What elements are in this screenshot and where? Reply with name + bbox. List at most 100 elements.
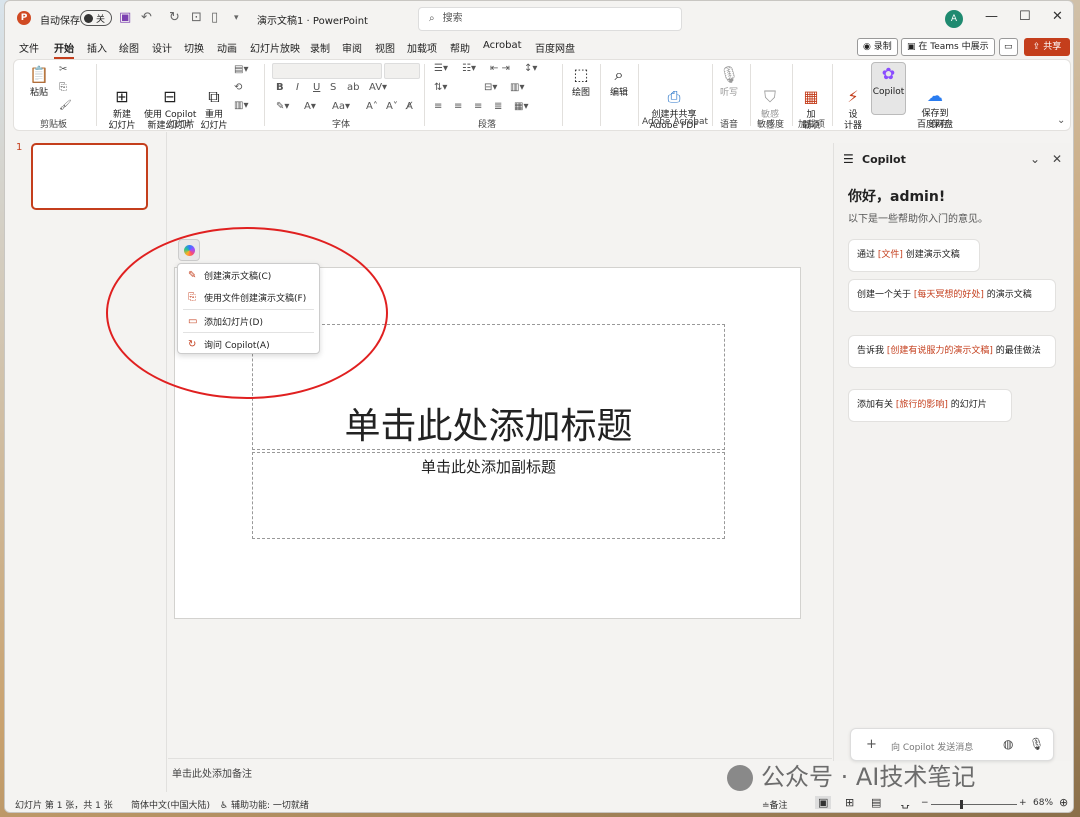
menu-create-from-file[interactable]: ⎘ 使用文件创建演示文稿(F)	[188, 291, 306, 304]
zoom-level[interactable]: 68%	[1033, 798, 1053, 808]
align-right-icon[interactable]: ≡	[474, 101, 482, 112]
comments-icon[interactable]: ▭	[999, 38, 1018, 56]
tab-animations[interactable]: 动画	[217, 40, 237, 55]
close-pane-icon[interactable]: ✕	[1052, 152, 1062, 166]
title-placeholder[interactable]: 单击此处添加标题	[252, 324, 725, 450]
fit-to-window-icon[interactable]: ⊕	[1059, 796, 1068, 809]
slide-thumbnail[interactable]	[31, 143, 148, 210]
autosave-toggle[interactable]: 关	[80, 10, 112, 26]
avatar[interactable]: A	[945, 10, 963, 28]
new-doc-icon[interactable]: ▯	[211, 10, 218, 25]
dictate-button[interactable]: 🎙 听写	[716, 64, 742, 99]
subtitle-placeholder[interactable]: 单击此处添加副标题	[252, 452, 725, 539]
draw-button[interactable]: ⬚ 绘图	[566, 64, 596, 99]
tab-help[interactable]: 帮助	[450, 40, 470, 55]
columns-icon[interactable]: ▥▾	[510, 82, 524, 93]
font-size-select[interactable]	[384, 63, 420, 79]
present-in-teams-button[interactable]: ▣ 在 Teams 中展示	[901, 38, 995, 56]
shrink-font-icon[interactable]: A˅	[386, 101, 398, 112]
normal-view-icon[interactable]: ▣	[815, 796, 832, 809]
cut-icon[interactable]: ✂	[59, 64, 67, 75]
copy-icon[interactable]: ⎘	[59, 82, 67, 93]
align-left-icon[interactable]: ≡	[434, 101, 442, 112]
slide-sorter-icon[interactable]: ⊞	[845, 796, 854, 809]
tab-view[interactable]: 视图	[375, 40, 395, 55]
copilot-ribbon-button[interactable]: ✿ Copilot	[871, 63, 906, 98]
justify-icon[interactable]: ≣	[494, 101, 502, 112]
edit-button[interactable]: ⌕ 编辑	[604, 64, 634, 99]
save-icon[interactable]: ▣	[119, 10, 131, 25]
menu-add-slide[interactable]: ▭ 添加幻灯片(D)	[188, 315, 263, 328]
align-center-icon[interactable]: ≡	[454, 101, 462, 112]
reuse-slides-button[interactable]: ⧉ 重用 幻灯片	[200, 64, 228, 143]
suggestion-card[interactable]: 添加有关 [旅行的影响] 的幻灯片	[848, 389, 1012, 422]
tab-baidu[interactable]: 百度网盘	[535, 40, 575, 55]
chevron-down-icon[interactable]: ⌄	[1030, 152, 1040, 166]
zoom-out-button[interactable]: −	[921, 798, 929, 808]
close-icon[interactable]: ✕	[1052, 9, 1063, 24]
microphone-icon[interactable]: 🎙	[1029, 737, 1044, 751]
tab-file[interactable]: 文件	[19, 40, 39, 55]
grow-font-icon[interactable]: A˄	[366, 101, 378, 112]
tab-home[interactable]: 开始	[54, 40, 74, 59]
line-spacing-icon[interactable]: ↕▾	[524, 63, 537, 74]
highlight-icon[interactable]: ✎▾	[276, 101, 289, 112]
tab-slideshow[interactable]: 幻灯片放映	[250, 40, 300, 55]
tab-addins[interactable]: 加载项	[407, 40, 437, 55]
layout-icon[interactable]: ▤▾	[234, 64, 248, 75]
zoom-slider[interactable]	[931, 804, 1017, 805]
record-button[interactable]: ◉ 录制	[857, 38, 898, 56]
presenter-icon[interactable]: ⊡	[191, 10, 202, 25]
save-to-baidu-button[interactable]: ☁ 保存到 百度网盘	[915, 63, 955, 142]
slideshow-icon[interactable]: ⍽	[901, 796, 909, 809]
create-pdf-button[interactable]: ⎙ 创建并共享 Adobe PDF	[646, 64, 702, 143]
share-button[interactable]: ⇪ 共享	[1024, 38, 1070, 56]
italic-icon[interactable]: I	[296, 82, 299, 93]
hamburger-icon[interactable]: ☰	[843, 152, 854, 166]
change-case-icon[interactable]: AV▾	[369, 82, 387, 93]
tab-review[interactable]: 审阅	[342, 40, 362, 55]
minimize-icon[interactable]: —	[985, 9, 998, 24]
format-painter-icon[interactable]: 🖌	[59, 100, 72, 111]
align-text-icon[interactable]: ⊟▾	[484, 82, 497, 93]
tab-insert[interactable]: 插入	[87, 40, 107, 55]
copilot-slide-button[interactable]	[178, 239, 200, 261]
text-size-icon[interactable]: Aa▾	[332, 101, 350, 112]
bold-icon[interactable]: B	[276, 82, 284, 93]
tab-acrobat[interactable]: Acrobat	[483, 40, 522, 51]
reset-icon[interactable]: ⟲	[234, 82, 242, 93]
maximize-icon[interactable]: ☐	[1019, 9, 1031, 24]
zoom-slider-thumb[interactable]	[960, 800, 963, 809]
suggestion-card[interactable]: 通过 [文件] 创建演示文稿	[848, 239, 980, 272]
section-icon[interactable]: ▥▾	[234, 100, 248, 111]
underline-icon[interactable]: U	[313, 82, 320, 93]
language-status[interactable]: 简体中文(中国大陆)	[131, 798, 210, 811]
accessibility-status[interactable]: ♿ 辅助功能: 一切就绪	[220, 798, 309, 811]
clear-format-icon[interactable]: A̸	[406, 101, 413, 112]
notes-button[interactable]: ≐备注	[762, 798, 788, 811]
sensitivity-button[interactable]: ⛉ 敏感 性	[756, 64, 784, 143]
bullets-icon[interactable]: ☰▾	[434, 63, 448, 74]
addins-button[interactable]: ▦ 加 载项	[798, 64, 824, 143]
globe-icon[interactable]: ◍	[1003, 737, 1013, 751]
designer-button[interactable]: ⚡ 设 计器	[840, 64, 866, 143]
search-box[interactable]: ⌕ 搜索	[418, 7, 682, 31]
menu-create-presentation[interactable]: ✎ 创建演示文稿(C)	[188, 269, 271, 282]
suggestion-card[interactable]: 告诉我 [创建有说服力的演示文稿] 的最佳做法	[848, 335, 1056, 368]
text-direction-icon[interactable]: ⇅▾	[434, 82, 447, 93]
undo-icon[interactable]: ↶	[141, 10, 152, 25]
strikethrough-icon[interactable]: S	[330, 82, 336, 93]
reading-view-icon[interactable]: ▤	[871, 796, 881, 809]
tab-record[interactable]: 录制	[310, 40, 330, 55]
smartart-icon[interactable]: ▦▾	[514, 101, 528, 112]
tab-transitions[interactable]: 切换	[184, 40, 204, 55]
font-color-icon[interactable]: A▾	[304, 101, 316, 112]
indent-icon[interactable]: ⇤ ⇥	[490, 63, 510, 74]
ribbon-collapse-icon[interactable]: ⌄	[1057, 115, 1065, 126]
menu-ask-copilot[interactable]: ↻ 询问 Copilot(A)	[188, 338, 270, 351]
suggestion-card[interactable]: 创建一个关于 [每天冥想的好处] 的演示文稿	[848, 279, 1056, 312]
char-spacing-icon[interactable]: ab	[347, 82, 359, 93]
plus-icon[interactable]: +	[866, 737, 877, 752]
font-name-select[interactable]	[272, 63, 382, 79]
tab-draw[interactable]: 绘图	[119, 40, 139, 55]
